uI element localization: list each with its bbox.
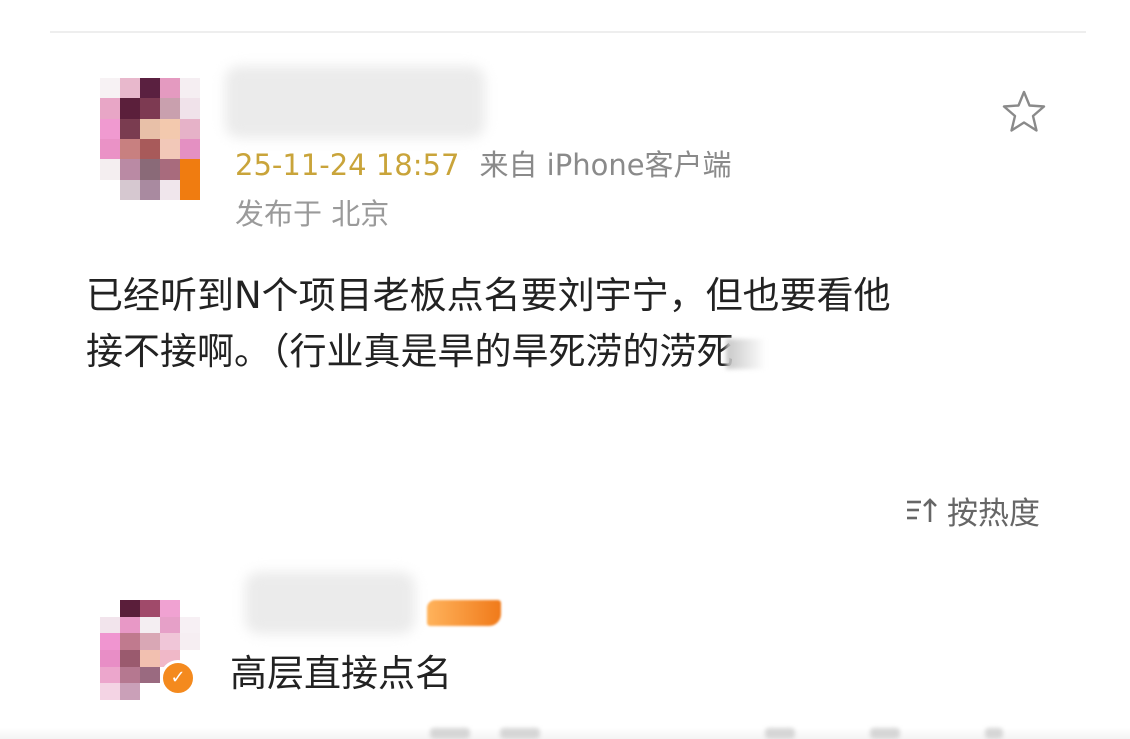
post-content-line-2: 接不接啊。（行业真是旱的旱死涝的涝死: [86, 324, 1046, 380]
post-meta: 25-11-24 18:57 来自 iPhone客户端: [235, 145, 732, 185]
action-icon-cropped: [500, 728, 540, 739]
weibo-post-screenshot: 25-11-24 18:57 来自 iPhone客户端 发布于 北京 已经听到N个…: [0, 0, 1130, 739]
verified-check-icon: ✓: [160, 660, 196, 696]
post-content-line-text: 接不接啊。（行业真是旱的旱死涝的涝死: [86, 330, 734, 373]
bottom-action-bar-cropped: [0, 728, 1130, 739]
post-source: 来自 iPhone客户端: [479, 148, 732, 182]
text-fade-overlay: [725, 338, 766, 369]
post-location: 发布于 北京: [235, 197, 390, 231]
comment-icon-cropped: [870, 728, 900, 739]
top-divider: [50, 31, 1086, 33]
share-icon-cropped: [765, 728, 795, 739]
commenter-name-redacted[interactable]: [245, 572, 415, 634]
sort-label: 按热度: [947, 495, 1040, 532]
author-name-redacted[interactable]: [225, 66, 485, 138]
like-icon-cropped: [985, 728, 1003, 739]
comment-text: 高层直接点名: [230, 652, 452, 695]
star-outline-icon[interactable]: [1000, 88, 1048, 136]
post-timestamp: 25-11-24 18:57: [235, 148, 460, 182]
post-content-line: 已经听到N个项目老板点名要刘宇宁，但也要看他: [86, 274, 891, 317]
sort-icon: [907, 498, 937, 522]
post-content: 已经听到N个项目老板点名要刘宇宁，但也要看他 接不接啊。（行业真是旱的旱死涝的涝…: [86, 268, 1046, 380]
sort-by-popularity-button[interactable]: 按热度: [905, 490, 1040, 532]
author-avatar[interactable]: [100, 78, 200, 200]
action-icon-cropped: [430, 728, 470, 739]
vip-badge-icon: [427, 600, 501, 626]
